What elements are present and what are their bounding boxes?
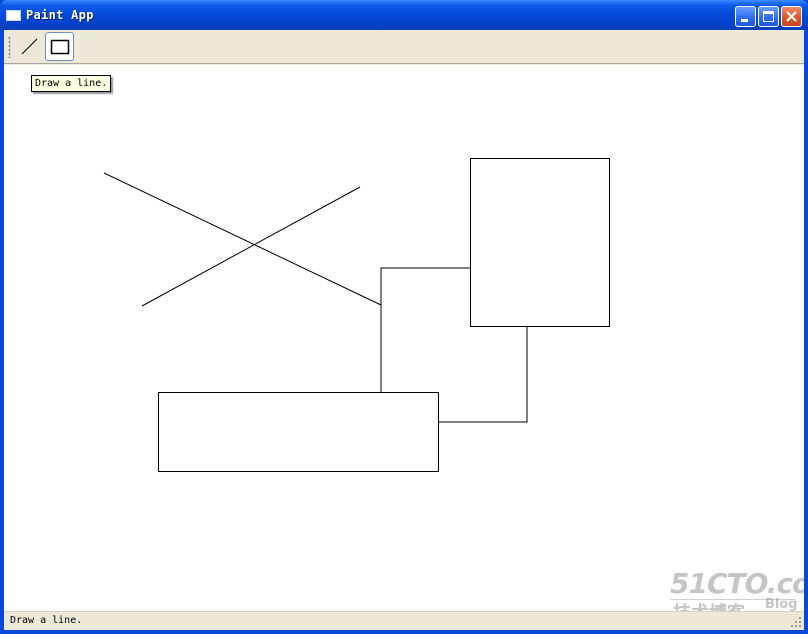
close-icon	[786, 11, 797, 22]
drawn-line	[380, 267, 470, 392]
drawn-line	[103, 172, 382, 306]
drawn-rectangle	[470, 158, 610, 327]
drawn-line	[141, 186, 361, 307]
resize-grip-icon[interactable]	[790, 616, 802, 628]
tooltip: Draw a line.	[31, 75, 112, 92]
line-tool-icon	[21, 38, 38, 55]
toolbar	[4, 30, 804, 64]
watermark-blog: Blog	[765, 597, 798, 611]
minimize-icon	[741, 19, 748, 22]
maximize-button[interactable]	[758, 6, 779, 27]
watermark: 51CTO.com 技术博客 Blog	[670, 567, 804, 611]
watermark-subtitle: 技术博客	[673, 599, 745, 611]
drawing-canvas[interactable]: Draw a line. 51CTO.com 技术博客 Blog	[4, 65, 804, 611]
close-button[interactable]	[781, 6, 802, 27]
status-text: Draw a line.	[10, 615, 83, 626]
app-icon	[6, 10, 21, 21]
drawing-surface[interactable]	[4, 65, 804, 611]
status-bar: Draw a line.	[4, 611, 804, 630]
rectangle-tool-button[interactable]	[45, 32, 74, 61]
drawn-rectangle	[158, 392, 439, 472]
maximize-icon	[763, 11, 774, 22]
watermark-brand: 51CTO.com	[670, 567, 804, 600]
line-tool-button[interactable]	[15, 32, 44, 61]
minimize-button[interactable]	[735, 6, 756, 27]
toolbar-grip[interactable]	[8, 36, 11, 58]
drawn-line	[438, 326, 528, 423]
title-bar[interactable]: Paint App	[0, 0, 808, 30]
app-window: Paint App Draw a line. 51CTO.c Blog Draw…	[0, 0, 808, 634]
window-title: Paint App	[26, 8, 94, 22]
rectangle-tool-icon	[50, 39, 70, 55]
